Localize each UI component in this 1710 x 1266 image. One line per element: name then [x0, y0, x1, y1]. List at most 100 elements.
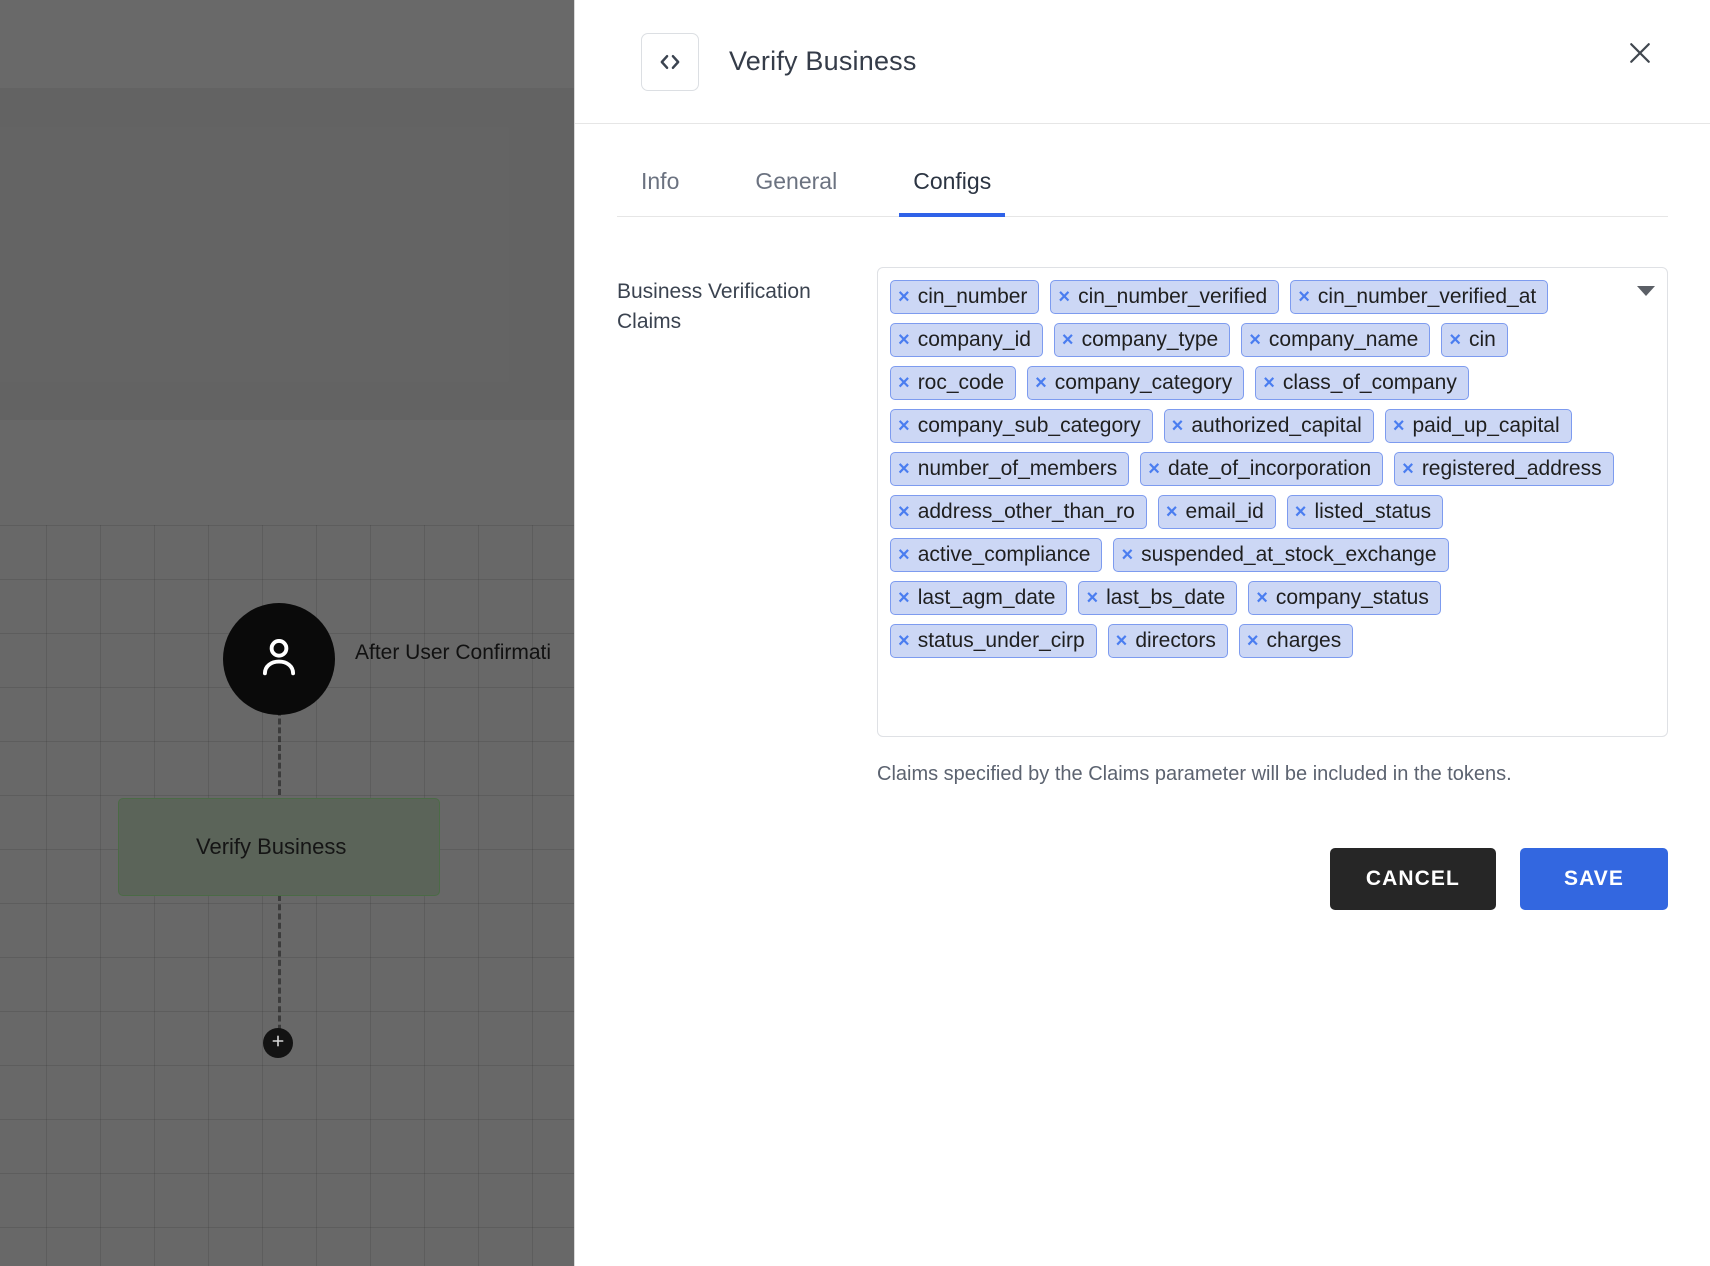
- chip-remove-icon[interactable]: ×: [898, 545, 910, 565]
- claim-chip[interactable]: × suspended_at_stock_exchange: [1113, 538, 1449, 572]
- chip-label: email_id: [1185, 500, 1264, 523]
- chip-remove-icon[interactable]: ×: [898, 502, 910, 522]
- chip-remove-icon[interactable]: ×: [898, 588, 910, 608]
- tab-info[interactable]: Info: [627, 168, 693, 216]
- claims-multiselect[interactable]: × cin_number × cin_number_verified × cin_numb…: [877, 267, 1668, 737]
- chip-label: company_name: [1268, 328, 1419, 351]
- chip-remove-icon[interactable]: ×: [1295, 502, 1307, 522]
- panel-actions: CANCEL SAVE: [575, 786, 1710, 910]
- claims-field-label: Business Verification Claims: [617, 280, 811, 334]
- chip-remove-icon[interactable]: ×: [1116, 631, 1128, 651]
- chip-label: last_agm_date: [917, 586, 1056, 609]
- chip-label: paid_up_capital: [1412, 414, 1560, 437]
- chip-remove-icon[interactable]: ×: [898, 287, 910, 307]
- chip-remove-icon[interactable]: ×: [1402, 459, 1414, 479]
- chip-label: cin: [1469, 328, 1496, 351]
- chip-label: active_compliance: [917, 543, 1091, 566]
- claim-chip[interactable]: × company_id: [890, 323, 1043, 357]
- claim-chip[interactable]: × authorized_capital: [1163, 409, 1374, 443]
- chip-remove-icon[interactable]: ×: [898, 416, 910, 436]
- claims-helper-text: Claims specified by the Claims parameter…: [877, 763, 1512, 785]
- chip-remove-icon[interactable]: ×: [1086, 588, 1098, 608]
- chip-remove-icon[interactable]: ×: [1035, 373, 1047, 393]
- chip-label: date_of_incorporation: [1167, 457, 1372, 480]
- chip-remove-icon[interactable]: ×: [898, 459, 910, 479]
- tab-configs[interactable]: Configs: [899, 168, 1006, 217]
- canvas-top-strip: [0, 0, 574, 88]
- chip-remove-icon[interactable]: ×: [1247, 631, 1259, 651]
- claim-chip[interactable]: × last_bs_date: [1078, 581, 1238, 615]
- flow-canvas[interactable]: After User Confirmati Verify Business: [0, 0, 574, 1266]
- chip-label: status_under_cirp: [917, 629, 1085, 652]
- person-icon: [253, 631, 305, 688]
- chip-label: company_category: [1054, 371, 1233, 394]
- chip-remove-icon[interactable]: ×: [1121, 545, 1133, 565]
- claim-chip[interactable]: × address_other_than_ro: [890, 495, 1147, 529]
- chip-remove-icon[interactable]: ×: [898, 373, 910, 393]
- claim-chip[interactable]: × company_type: [1053, 323, 1231, 357]
- chip-remove-icon[interactable]: ×: [1393, 416, 1405, 436]
- chip-remove-icon[interactable]: ×: [1449, 330, 1461, 350]
- code-brackets-icon: [641, 32, 699, 91]
- chip-label: company_sub_category: [917, 414, 1141, 437]
- chip-label: roc_code: [917, 371, 1005, 394]
- chip-label: company_id: [917, 328, 1031, 351]
- claims-chip-list: × cin_number × cin_number_verified × cin_numb…: [890, 280, 1617, 658]
- claims-field-column: × cin_number × cin_number_verified × cin_numb…: [867, 267, 1668, 786]
- claim-chip[interactable]: × last_agm_date: [890, 581, 1068, 615]
- chip-remove-icon[interactable]: ×: [1263, 373, 1275, 393]
- claim-chip[interactable]: × paid_up_capital: [1384, 409, 1572, 443]
- app-root: After User Confirmati Verify Business Ve…: [0, 0, 1710, 1266]
- chip-label: number_of_members: [917, 457, 1118, 480]
- panel-title: Verify Business: [729, 46, 917, 76]
- chip-remove-icon[interactable]: ×: [898, 330, 910, 350]
- claim-chip[interactable]: × status_under_cirp: [890, 624, 1097, 658]
- flow-edge-label: After User Confirmati: [355, 641, 552, 664]
- chip-remove-icon[interactable]: ×: [1062, 330, 1074, 350]
- chip-remove-icon[interactable]: ×: [1166, 502, 1178, 522]
- claim-chip[interactable]: × company_category: [1027, 366, 1245, 400]
- claim-chip[interactable]: × company_sub_category: [890, 409, 1153, 443]
- chip-remove-icon[interactable]: ×: [1172, 416, 1184, 436]
- claim-chip[interactable]: × charges: [1238, 624, 1354, 658]
- flow-node-verify-business[interactable]: Verify Business: [118, 798, 440, 896]
- flow-node-label: Verify Business: [196, 834, 347, 859]
- chip-remove-icon[interactable]: ×: [1058, 287, 1070, 307]
- chip-remove-icon[interactable]: ×: [1148, 459, 1160, 479]
- chip-label: company_type: [1081, 328, 1219, 351]
- chip-label: cin_number_verified: [1078, 285, 1268, 308]
- chip-label: last_bs_date: [1106, 586, 1226, 609]
- claim-chip[interactable]: × class_of_company: [1255, 366, 1469, 400]
- chip-label: charges: [1266, 629, 1342, 652]
- claim-chip[interactable]: × cin_number_verified_at: [1290, 280, 1549, 314]
- chip-remove-icon[interactable]: ×: [1256, 588, 1268, 608]
- chevron-down-icon[interactable]: [1637, 286, 1655, 296]
- claim-chip[interactable]: × cin_number: [890, 280, 1040, 314]
- claim-chip[interactable]: × company_name: [1241, 323, 1431, 357]
- chip-remove-icon[interactable]: ×: [898, 631, 910, 651]
- claim-chip[interactable]: × email_id: [1157, 495, 1276, 529]
- chip-remove-icon[interactable]: ×: [1249, 330, 1261, 350]
- claim-chip[interactable]: × cin: [1441, 323, 1508, 357]
- user-node[interactable]: [223, 603, 335, 715]
- add-node-button[interactable]: [263, 1028, 293, 1058]
- details-panel: Verify Business Info General Configs Bus…: [574, 0, 1710, 1266]
- tab-general[interactable]: General: [741, 168, 851, 216]
- claim-chip[interactable]: × registered_address: [1394, 452, 1614, 486]
- claim-chip[interactable]: × directors: [1107, 624, 1228, 658]
- claim-chip[interactable]: × date_of_incorporation: [1140, 452, 1384, 486]
- claim-chip[interactable]: × company_status: [1248, 581, 1441, 615]
- chip-remove-icon[interactable]: ×: [1298, 287, 1310, 307]
- claim-chip[interactable]: × roc_code: [890, 366, 1017, 400]
- chip-label: listed_status: [1314, 500, 1432, 523]
- cancel-button[interactable]: CANCEL: [1329, 848, 1496, 910]
- claim-chip[interactable]: × cin_number_verified: [1050, 280, 1280, 314]
- claim-chip[interactable]: × number_of_members: [890, 452, 1130, 486]
- chip-label: registered_address: [1421, 457, 1602, 480]
- claim-chip[interactable]: × active_compliance: [890, 538, 1103, 572]
- close-icon[interactable]: [1618, 31, 1662, 75]
- save-button[interactable]: SAVE: [1519, 848, 1668, 910]
- chip-label: authorized_capital: [1191, 414, 1362, 437]
- claim-chip[interactable]: × listed_status: [1286, 495, 1444, 529]
- plus-icon: [270, 1033, 286, 1054]
